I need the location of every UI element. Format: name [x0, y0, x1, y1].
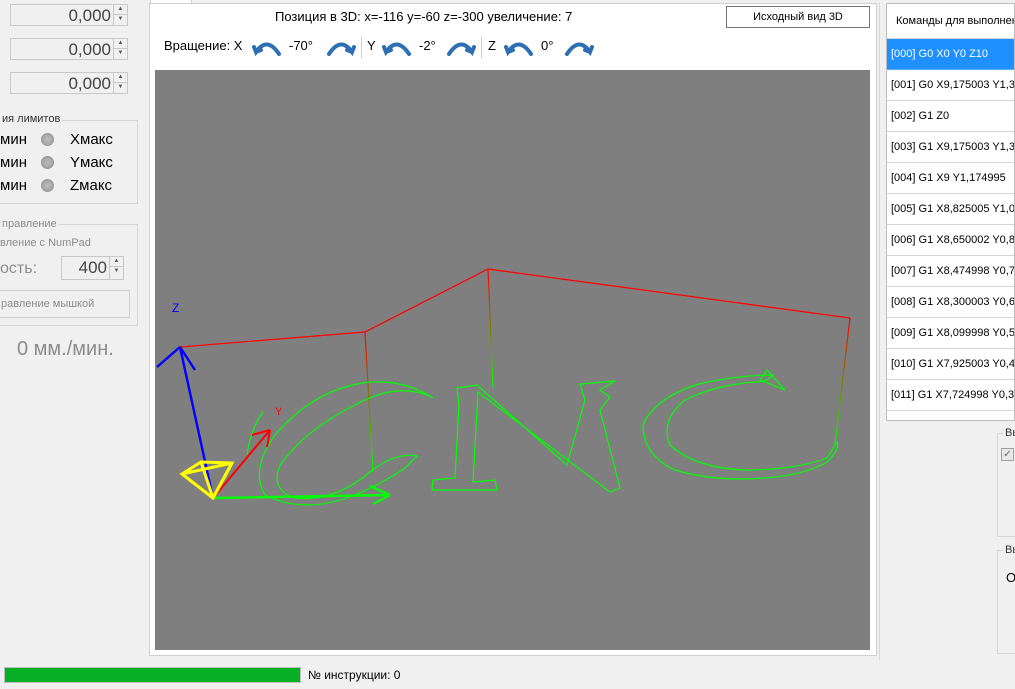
reset-3d-view-button[interactable]: Исходный вид 3D: [726, 6, 870, 28]
coord-field-2-spinner[interactable]: ▲ ▼: [113, 39, 127, 59]
axis-z-arrowhead: [156, 346, 197, 371]
toolpath-letter-n: [431, 380, 621, 493]
coord-field-2[interactable]: 0,000 ▲ ▼: [10, 38, 128, 60]
toolpath-letter-c: [258, 381, 434, 506]
command-row[interactable]: [005] G1 X8,825005 Y1,0: [887, 194, 1014, 225]
toolbar-separator: [361, 36, 362, 58]
coord-field-3-value: 0,000: [68, 74, 111, 93]
toolpath-drawing: Y Z: [156, 268, 851, 506]
command-row[interactable]: [008] G1 X8,300003 Y0,6: [887, 287, 1014, 318]
control-title: правление: [0, 218, 59, 230]
rotate-z-left-icon[interactable]: [504, 38, 534, 58]
command-list[interactable]: Команды для выполнен [000] G0 X0 Y0 Z10[…: [886, 3, 1015, 421]
splitter[interactable]: [879, 3, 880, 660]
option-checkbox[interactable]: ✓: [1001, 448, 1014, 461]
speed-label: ость:: [0, 260, 38, 277]
progress-bar: [4, 667, 301, 683]
options-box-2: [997, 550, 1015, 654]
limit-y-max-radio[interactable]: [41, 156, 54, 169]
speed-field[interactable]: 400 ▲ ▼: [61, 256, 124, 280]
coord-field-3[interactable]: 0,000 ▲ ▼: [10, 72, 128, 94]
command-list-header: Команды для выполнен: [887, 4, 1014, 39]
speed-spinner[interactable]: ▲ ▼: [109, 257, 123, 279]
rotate-x-left-icon[interactable]: [252, 38, 282, 58]
spin-down-icon[interactable]: ▼: [114, 15, 127, 24]
command-row[interactable]: [010] G1 X7,925003 Y0,4: [887, 349, 1014, 380]
limits-title: ия лимитов: [0, 113, 63, 125]
speed-value: 400: [78, 258, 107, 277]
feed-rate-readout: 0 мм./мин.: [17, 338, 114, 360]
instruction-counter: № инструкции: 0: [308, 668, 401, 682]
command-row[interactable]: [001] G0 X9,175003 Y1,3: [887, 70, 1014, 101]
z-axis-label: Z: [488, 38, 496, 53]
limit-z-max-label: Zмакс: [70, 177, 113, 194]
plunge-line: [834, 317, 851, 446]
limit-y-min-label: мин: [0, 154, 27, 171]
tool-marker-icon: [179, 460, 235, 501]
limit-z-min-label: мин: [0, 177, 27, 194]
toolpath-letter-c2: [642, 374, 839, 480]
command-row[interactable]: [002] G1 Z0: [887, 101, 1014, 132]
progress-fill: [5, 668, 300, 682]
limit-x-min-label: мин: [0, 131, 27, 148]
rotate-x-right-icon[interactable]: [326, 38, 356, 58]
numpad-label: вление с NumPad: [0, 237, 91, 249]
options-box-1-title: Вы: [1003, 427, 1015, 439]
view3d-canvas[interactable]: Y Z: [155, 70, 870, 650]
axis-y-label: Y: [275, 406, 283, 418]
plunge-line: [487, 268, 494, 389]
rotate-z-right-icon[interactable]: [564, 38, 594, 58]
limit-x-max-label: Xмакс: [70, 131, 113, 148]
command-row[interactable]: [007] G1 X8,474998 Y0,7: [887, 256, 1014, 287]
coord-field-1-value: 0,000: [68, 6, 111, 25]
spin-down-icon[interactable]: ▼: [114, 83, 127, 92]
rapid-move-path: [179, 268, 851, 348]
command-row[interactable]: [003] G1 X9,175003 Y1,3: [887, 132, 1014, 163]
coord-field-1-spinner[interactable]: ▲ ▼: [113, 5, 127, 25]
rotation-label: Вращение: X: [164, 38, 243, 53]
y-axis-label: Y: [367, 38, 376, 53]
command-row[interactable]: [011] G1 X7,724998 Y0,3: [887, 380, 1014, 411]
mouse-control-label: равление мышкой: [1, 298, 95, 310]
x-angle-value: -70°: [289, 38, 313, 53]
command-row[interactable]: [006] G1 X8,650002 Y0,8: [887, 225, 1014, 256]
y-angle-value: -2°: [419, 38, 436, 53]
spin-up-icon[interactable]: ▲: [114, 5, 127, 15]
coord-field-3-spinner[interactable]: ▲ ▼: [113, 73, 127, 93]
coord-field-1[interactable]: 0,000 ▲ ▼: [10, 4, 128, 26]
spin-up-icon[interactable]: ▲: [114, 39, 127, 49]
spin-down-icon[interactable]: ▼: [110, 267, 123, 276]
reset-3d-view-label: Исходный вид 3D: [753, 11, 843, 23]
rotate-y-right-icon[interactable]: [446, 38, 476, 58]
command-row[interactable]: [012] G1 X7,525002 Y0,2: [887, 411, 1014, 420]
z-angle-value: 0°: [541, 38, 554, 53]
limit-y-max-label: Yмакс: [70, 154, 113, 171]
options-box-2-title: Вы: [1003, 544, 1015, 556]
plunge-line: [364, 331, 374, 473]
limit-x-max-radio[interactable]: [41, 133, 54, 146]
rotate-y-left-icon[interactable]: [382, 38, 412, 58]
axis-x-line: [212, 493, 391, 500]
spin-up-icon[interactable]: ▲: [114, 73, 127, 83]
command-row[interactable]: [009] G1 X8,099998 Y0,5: [887, 318, 1014, 349]
coord-field-2-value: 0,000: [68, 40, 111, 59]
toolpath-letter-c2-top: [759, 369, 786, 391]
axis-z-label: Z: [172, 301, 179, 315]
spin-up-icon[interactable]: ▲: [110, 257, 123, 267]
command-row[interactable]: [000] G0 X0 Y0 Z10: [887, 39, 1014, 70]
options-box-2-text: О: [1006, 570, 1015, 585]
spin-down-icon[interactable]: ▼: [114, 49, 127, 58]
toolbar-separator: [481, 36, 482, 58]
limit-z-max-radio[interactable]: [41, 179, 54, 192]
position-readout: Позиция в 3D: x=-116 y=-60 z=-300 увелич…: [275, 9, 573, 24]
command-row[interactable]: [004] G1 X9 Y1,174995: [887, 163, 1014, 194]
mouse-control-button[interactable]: равление мышкой: [0, 290, 130, 318]
